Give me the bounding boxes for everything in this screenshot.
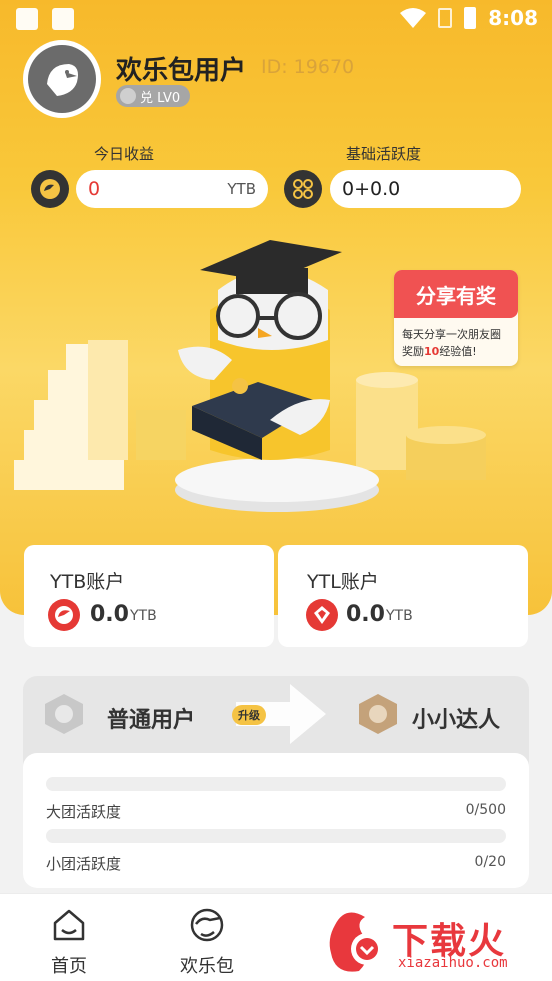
activity-value: 0+0.0 <box>342 178 401 200</box>
nav-huanlebao[interactable]: 欢乐包 <box>167 906 247 978</box>
small-team-label: 小团活跃度 <box>46 855 122 873</box>
user-id: ID: 19670 <box>261 56 355 78</box>
bird-logo-icon <box>47 64 78 96</box>
ytb-coin-icon <box>48 599 80 631</box>
username: 欢乐包用户 <box>116 56 247 86</box>
hero-banner: 8:08 欢乐包用户 ID: 19670 兑 LV0 今日收益 基础活跃度 0 … <box>0 0 552 615</box>
upgrade-button[interactable]: 升级 <box>232 705 266 725</box>
level-badge[interactable]: 兑 LV0 <box>116 85 191 107</box>
share-reward-title[interactable]: 分享有奖 <box>394 270 518 318</box>
nav-home-label: 首页 <box>51 956 87 977</box>
bird-face-icon <box>190 908 224 942</box>
battery-icon <box>464 7 477 29</box>
ytl-account-unit: YTB <box>386 608 413 624</box>
level-badge-label: 兑 LV0 <box>140 90 181 106</box>
small-team-progress-bar <box>46 829 506 843</box>
today-income-field: 0 YTB <box>76 170 268 208</box>
small-team-count: 0/20 <box>474 854 506 870</box>
bag-notification-icon <box>52 8 74 30</box>
ytl-account-value: 0.0 <box>346 602 385 627</box>
big-team-progress-bar <box>46 777 506 791</box>
no-sim-icon <box>438 8 453 28</box>
activity-grid-icon <box>284 170 322 208</box>
ytb-account-value: 0.0 <box>90 602 129 627</box>
today-income-label: 今日收益 <box>94 145 155 163</box>
big-team-label: 大团活跃度 <box>46 803 122 821</box>
avatar[interactable] <box>23 40 101 118</box>
share-desc-num: 10 <box>424 345 440 358</box>
wifi-icon <box>400 8 427 28</box>
share-desc-pre: 奖励 <box>402 345 424 358</box>
next-level-name: 小小达人 <box>412 708 501 733</box>
nav-home[interactable]: 首页 <box>29 906 109 978</box>
ytb-account-title: YTB账户 <box>50 571 125 593</box>
today-income-unit: YTB <box>227 180 256 198</box>
income-coin-icon <box>31 170 69 208</box>
nav-huanlebao-label: 欢乐包 <box>180 956 234 977</box>
app-notification-icon <box>16 8 38 30</box>
activity-label: 基础活跃度 <box>346 145 422 163</box>
crown-icon <box>120 88 136 104</box>
share-desc-line1: 每天分享一次朋友圈 <box>402 328 501 341</box>
ytl-account-title: YTL账户 <box>307 571 379 593</box>
home-icon <box>53 909 85 941</box>
share-reward-desc: 每天分享一次朋友圈 奖励10经验值! <box>402 326 514 360</box>
share-desc-post: 经验值! <box>439 345 477 358</box>
today-income-value: 0 <box>88 178 101 200</box>
ytb-account-card[interactable]: YTB账户 0.0 YTB <box>24 545 274 647</box>
clock: 8:08 <box>488 6 538 30</box>
big-team-count: 0/500 <box>465 802 506 818</box>
ytb-account-unit: YTB <box>130 608 157 624</box>
watermark-url: xiazaihuo.com <box>398 955 508 971</box>
status-bar: 8:08 <box>0 0 552 40</box>
ytl-account-card[interactable]: YTL账户 0.0 YTB <box>278 545 528 647</box>
current-level-name: 普通用户 <box>107 708 196 733</box>
ytl-gem-icon <box>306 599 338 631</box>
activity-field: 0+0.0 <box>330 170 521 208</box>
